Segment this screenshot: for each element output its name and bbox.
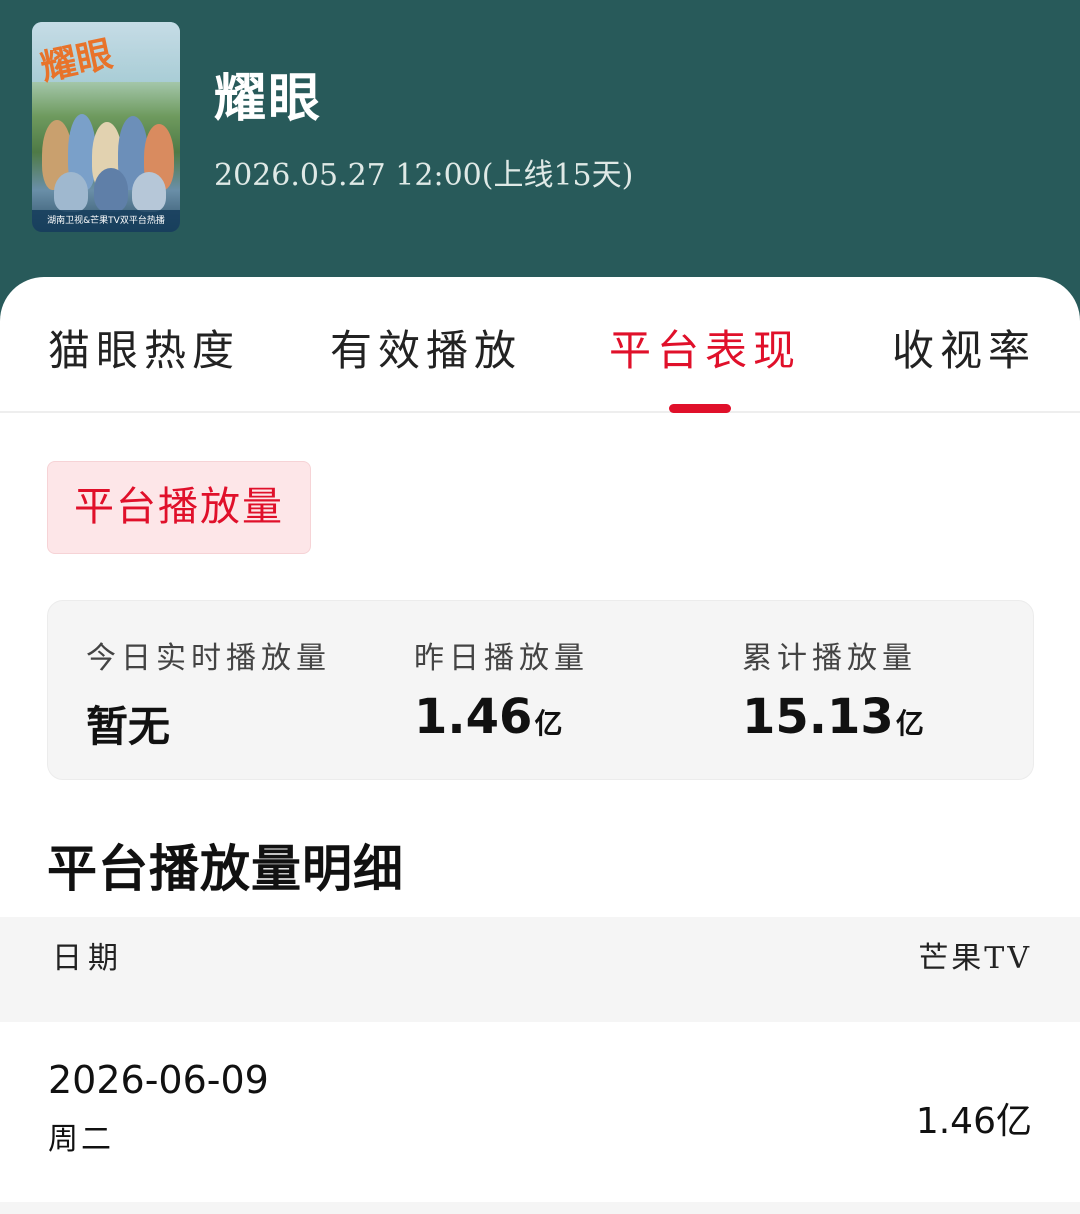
release-info: 2026.05.27 12:00(上线15天)	[214, 158, 634, 193]
content-card: 猫眼热度 有效播放 平台表现 收视率 平台播放量 今日实时播放量 暂无 昨日播放…	[0, 277, 1080, 1214]
stat-total-value-wrap: 15.13亿	[742, 689, 924, 745]
tab-maoyan-heat[interactable]: 猫眼热度	[48, 317, 240, 378]
drama-header: 耀眼 湖南卫视&芒果TV双平台热播 耀眼 2026.05.27 12:00(上线…	[0, 0, 1080, 300]
platform-plays-filter-button[interactable]: 平台播放量	[47, 461, 311, 554]
stat-total-value: 15.13	[742, 689, 894, 745]
column-header-date: 日期	[52, 941, 124, 976]
row-weekday: 周二	[48, 1122, 114, 1157]
tab-ratings[interactable]: 收视率	[892, 317, 1036, 378]
stat-today-label: 今日实时播放量	[86, 641, 331, 676]
stat-yesterday-label: 昨日播放量	[414, 641, 589, 676]
stat-yesterday-value: 1.46	[414, 689, 533, 745]
stats-summary-box: 今日实时播放量 暂无 昨日播放量 1.46亿 累计播放量 15.13亿	[47, 600, 1034, 780]
drama-title: 耀眼	[214, 68, 323, 129]
stat-total-label: 累计播放量	[742, 641, 917, 676]
detail-section-title: 平台播放量明细	[47, 840, 404, 898]
tab-platform-performance[interactable]: 平台表现	[609, 317, 801, 378]
table-header: 日期 芒果TV	[0, 917, 1080, 1022]
active-tab-indicator	[669, 404, 731, 413]
table-row: 2026-06-09 周二 1.46亿	[0, 1022, 1080, 1202]
row-value-mangotv: 1.46亿	[915, 1101, 1032, 1142]
tab-bar: 猫眼热度 有效播放 平台表现 收视率	[0, 277, 1080, 413]
stat-total-unit: 亿	[895, 707, 924, 740]
stat-yesterday-unit: 亿	[534, 707, 563, 740]
drama-poster-image[interactable]: 耀眼 湖南卫视&芒果TV双平台热播	[32, 22, 180, 232]
row-divider	[0, 1202, 1080, 1214]
tab-effective-play[interactable]: 有效播放	[330, 317, 522, 378]
column-header-mangotv: 芒果TV	[918, 941, 1032, 976]
row-date: 2026-06-09	[48, 1058, 269, 1102]
stat-today-value: 暂无	[86, 702, 171, 751]
stat-yesterday-value-wrap: 1.46亿	[414, 689, 562, 745]
poster-bottom-caption: 湖南卫视&芒果TV双平台热播	[32, 210, 180, 232]
